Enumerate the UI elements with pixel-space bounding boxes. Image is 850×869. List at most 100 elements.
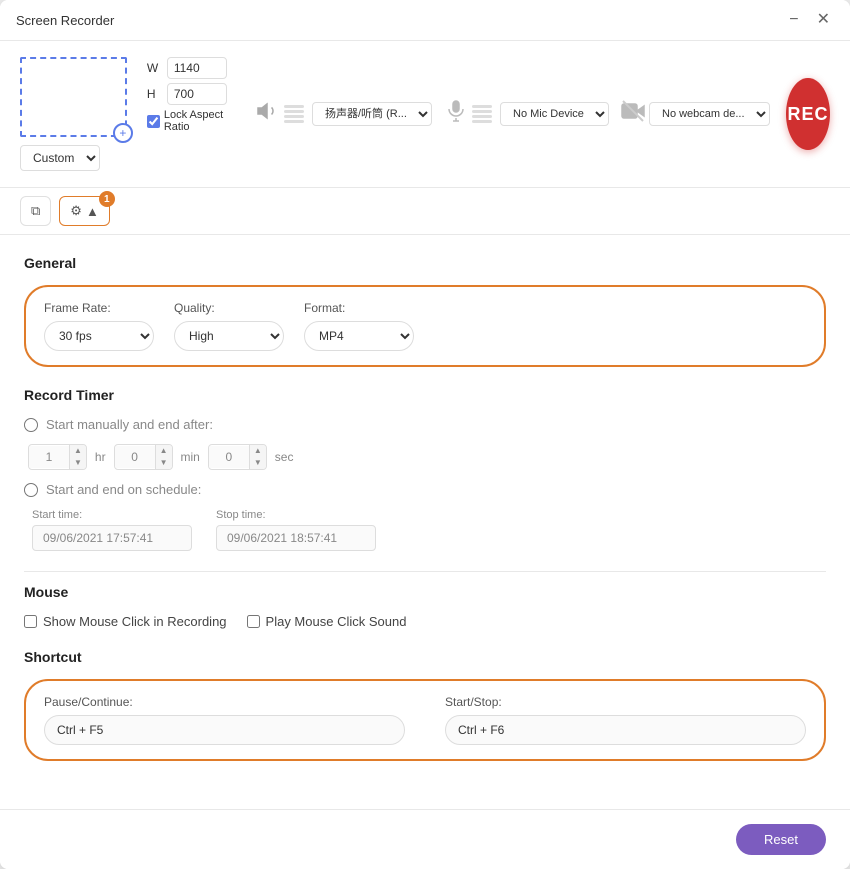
shortcut-group: Pause/Continue: Start/Stop: bbox=[24, 679, 826, 761]
toolbar-row: ⧉ ⚙ ▲ 1 bbox=[0, 188, 850, 235]
sec-input[interactable] bbox=[209, 446, 249, 468]
start-stop-input[interactable] bbox=[445, 715, 806, 745]
stop-time-label: Stop time: bbox=[216, 509, 376, 521]
height-row: H bbox=[147, 83, 240, 105]
start-time-group: Start time: bbox=[32, 509, 192, 551]
window-controls: − ✕ bbox=[785, 10, 834, 30]
general-section-title: General bbox=[24, 255, 826, 271]
min-input[interactable] bbox=[115, 446, 155, 468]
play-sound-checkbox[interactable] bbox=[247, 615, 260, 628]
close-button[interactable]: ✕ bbox=[813, 10, 834, 30]
hr-input[interactable] bbox=[29, 446, 69, 468]
sec-down-btn[interactable]: ▼ bbox=[250, 457, 266, 469]
quality-select[interactable]: High Low Medium bbox=[174, 321, 284, 351]
start-stop-label: Start/Stop: bbox=[445, 695, 806, 709]
stop-time-group: Stop time: bbox=[216, 509, 376, 551]
frame-rate-item: Frame Rate: 30 fps 15 fps 20 fps 60 fps bbox=[44, 301, 154, 351]
main-window: Screen Recorder − ✕ W H bbox=[0, 0, 850, 869]
audio-section: 扬声器/听筒 (R... bbox=[256, 99, 770, 129]
reset-button[interactable]: Reset bbox=[736, 824, 826, 855]
main-content: General Frame Rate: 30 fps 15 fps 20 fps… bbox=[0, 235, 850, 809]
schedule-radio-row: Start and end on schedule: bbox=[24, 482, 826, 497]
schedule-times: Start time: Stop time: bbox=[28, 509, 826, 551]
frame-rate-label: Frame Rate: bbox=[44, 301, 154, 315]
webcam-icon bbox=[621, 99, 645, 129]
mouse-checkbox-row: Show Mouse Click in Recording Play Mouse… bbox=[24, 614, 826, 629]
show-click-item: Show Mouse Click in Recording bbox=[24, 614, 227, 629]
manual-radio-row: Start manually and end after: bbox=[24, 417, 826, 432]
start-time-input[interactable] bbox=[32, 525, 192, 551]
manual-radio[interactable] bbox=[24, 418, 38, 432]
pause-shortcut-item: Pause/Continue: bbox=[44, 695, 405, 745]
sec-up-btn[interactable]: ▲ bbox=[250, 445, 266, 457]
play-sound-item: Play Mouse Click Sound bbox=[247, 614, 407, 629]
mouse-section-title: Mouse bbox=[24, 584, 826, 600]
speaker-icon bbox=[256, 99, 280, 129]
lock-ratio-container: Lock Aspect Ratio bbox=[147, 109, 240, 133]
shortcut-row: Pause/Continue: Start/Stop: bbox=[44, 695, 806, 745]
height-input[interactable] bbox=[167, 83, 227, 105]
min-up-btn[interactable]: ▲ bbox=[156, 445, 172, 457]
mic-group: No Mic Device bbox=[444, 99, 609, 129]
mic-bars bbox=[472, 105, 492, 123]
quality-item: Quality: High Low Medium bbox=[174, 301, 284, 351]
webcam-select[interactable]: No webcam de... bbox=[649, 102, 770, 126]
start-stop-shortcut-item: Start/Stop: bbox=[445, 695, 806, 745]
min-spinner: ▲ ▼ bbox=[114, 444, 173, 470]
window-title: Screen Recorder bbox=[16, 13, 114, 28]
settings-button[interactable]: ⚙ ▲ 1 bbox=[59, 196, 110, 226]
record-timer-section: Record Timer Start manually and end afte… bbox=[24, 387, 826, 551]
width-label: W bbox=[147, 61, 161, 75]
record-timer-title: Record Timer bbox=[24, 387, 826, 403]
mic-select[interactable]: No Mic Device bbox=[500, 102, 609, 126]
gear-icon: ⚙ bbox=[70, 203, 82, 219]
shortcut-section: Shortcut Pause/Continue: Start/Stop: bbox=[24, 649, 826, 761]
height-label: H bbox=[147, 87, 161, 101]
time-inputs-row: ▲ ▼ hr ▲ ▼ min ▲ bbox=[28, 444, 826, 470]
copy-icon: ⧉ bbox=[31, 203, 40, 219]
top-section: W H Lock Aspect Ratio Custom bbox=[0, 41, 850, 188]
min-down-btn[interactable]: ▼ bbox=[156, 457, 172, 469]
settings-badge: 1 bbox=[99, 191, 115, 207]
shortcut-section-title: Shortcut bbox=[24, 649, 826, 665]
rec-button[interactable]: REC bbox=[786, 78, 830, 150]
play-sound-label: Play Mouse Click Sound bbox=[266, 614, 407, 629]
min-unit: min bbox=[181, 450, 200, 464]
divider-1 bbox=[24, 571, 826, 572]
manual-label: Start manually and end after: bbox=[46, 417, 213, 432]
lock-ratio-label: Lock Aspect Ratio bbox=[164, 109, 240, 133]
quality-label: Quality: bbox=[174, 301, 284, 315]
format-label: Format: bbox=[304, 301, 414, 315]
schedule-radio[interactable] bbox=[24, 483, 38, 497]
bottom-bar: Reset bbox=[0, 809, 850, 869]
screen-frame[interactable] bbox=[20, 57, 127, 137]
start-time-label: Start time: bbox=[32, 509, 192, 521]
format-item: Format: MP4 AVI MOV FLV TS GIF bbox=[304, 301, 414, 351]
chevron-up-icon: ▲ bbox=[86, 204, 99, 219]
copy-button[interactable]: ⧉ bbox=[20, 196, 51, 226]
hr-down-btn[interactable]: ▼ bbox=[70, 457, 86, 469]
mouse-section: Mouse Show Mouse Click in Recording Play… bbox=[24, 584, 826, 629]
minimize-button[interactable]: − bbox=[785, 10, 802, 30]
hr-up-btn[interactable]: ▲ bbox=[70, 445, 86, 457]
frame-rate-select[interactable]: 30 fps 15 fps 20 fps 60 fps bbox=[44, 321, 154, 351]
hr-spinner-btns: ▲ ▼ bbox=[69, 445, 86, 469]
general-settings-group: Frame Rate: 30 fps 15 fps 20 fps 60 fps … bbox=[24, 285, 826, 367]
stop-time-input[interactable] bbox=[216, 525, 376, 551]
speaker-select[interactable]: 扬声器/听筒 (R... bbox=[312, 102, 432, 126]
speaker-bars bbox=[284, 105, 304, 123]
show-click-label: Show Mouse Click in Recording bbox=[43, 614, 227, 629]
speaker-group: 扬声器/听筒 (R... bbox=[256, 99, 432, 129]
width-input[interactable] bbox=[167, 57, 227, 79]
hr-spinner: ▲ ▼ bbox=[28, 444, 87, 470]
size-inputs: W H Lock Aspect Ratio bbox=[147, 57, 240, 133]
webcam-group: No webcam de... bbox=[621, 99, 770, 129]
title-bar: Screen Recorder − ✕ bbox=[0, 0, 850, 41]
schedule-label: Start and end on schedule: bbox=[46, 482, 201, 497]
preset-select[interactable]: Custom bbox=[20, 145, 100, 171]
pause-input[interactable] bbox=[44, 715, 405, 745]
sec-spinner: ▲ ▼ bbox=[208, 444, 267, 470]
show-click-checkbox[interactable] bbox=[24, 615, 37, 628]
format-select[interactable]: MP4 AVI MOV FLV TS GIF bbox=[304, 321, 414, 351]
lock-ratio-checkbox[interactable] bbox=[147, 115, 160, 128]
